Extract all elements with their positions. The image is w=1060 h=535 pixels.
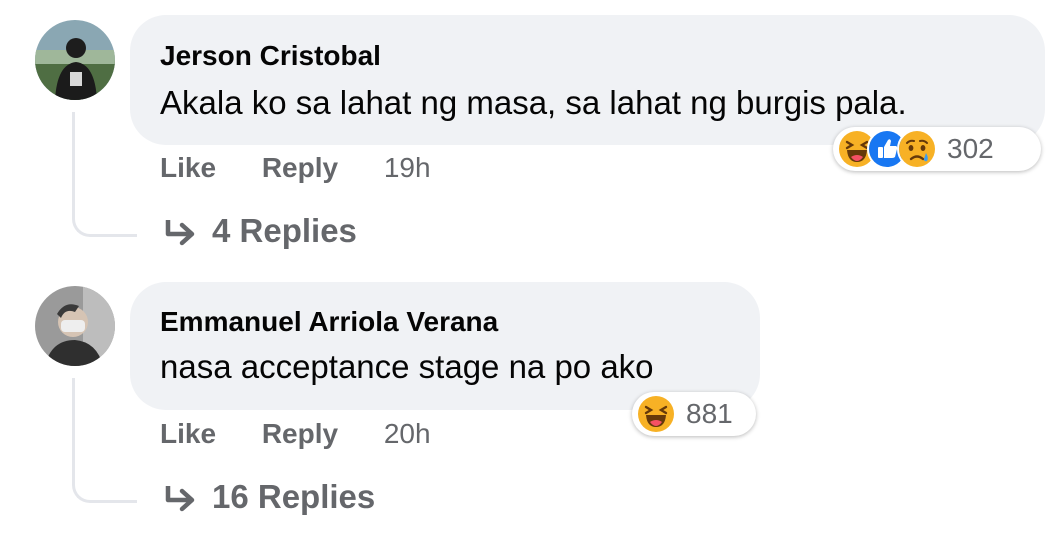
replies-label: 4 Replies (212, 212, 357, 249)
reaction-count: 302 (947, 133, 994, 164)
thread-line (72, 112, 137, 237)
reply-arrow-icon (165, 486, 195, 512)
comment-timestamp[interactable]: 19h (384, 152, 431, 183)
comment-bubble (130, 15, 1045, 145)
reply-button[interactable]: Reply (262, 418, 338, 449)
comment-bubble (130, 282, 760, 410)
comment-timestamp[interactable]: 20h (384, 418, 431, 449)
comment-author[interactable]: Jerson Cristobal (160, 40, 381, 72)
avatar[interactable] (35, 20, 115, 100)
comment-actions: Like Reply 19h (160, 152, 431, 184)
replies-label: 16 Replies (212, 478, 376, 515)
comment-text: Akala ko sa lahat ng masa, sa lahat ng b… (160, 84, 907, 121)
reaction-count: 881 (686, 398, 733, 429)
reaction-summary[interactable]: 881 (632, 392, 756, 436)
haha-icon (636, 394, 676, 434)
reply-arrow-icon (165, 220, 195, 246)
thread-line (72, 378, 137, 503)
reaction-summary[interactable]: 302 (833, 127, 1041, 171)
comment-actions: Like Reply 20h (160, 418, 431, 450)
like-button[interactable]: Like (160, 418, 216, 449)
like-button[interactable]: Like (160, 152, 216, 183)
comment-author[interactable]: Emmanuel Arriola Verana (160, 306, 498, 338)
avatar[interactable] (35, 286, 115, 366)
view-replies-button[interactable]: 4 Replies (162, 212, 357, 250)
view-replies-button[interactable]: 16 Replies (162, 478, 375, 516)
comment-text: nasa acceptance stage na po ako (160, 348, 654, 385)
sad-icon (897, 129, 937, 169)
reply-button[interactable]: Reply (262, 152, 338, 183)
